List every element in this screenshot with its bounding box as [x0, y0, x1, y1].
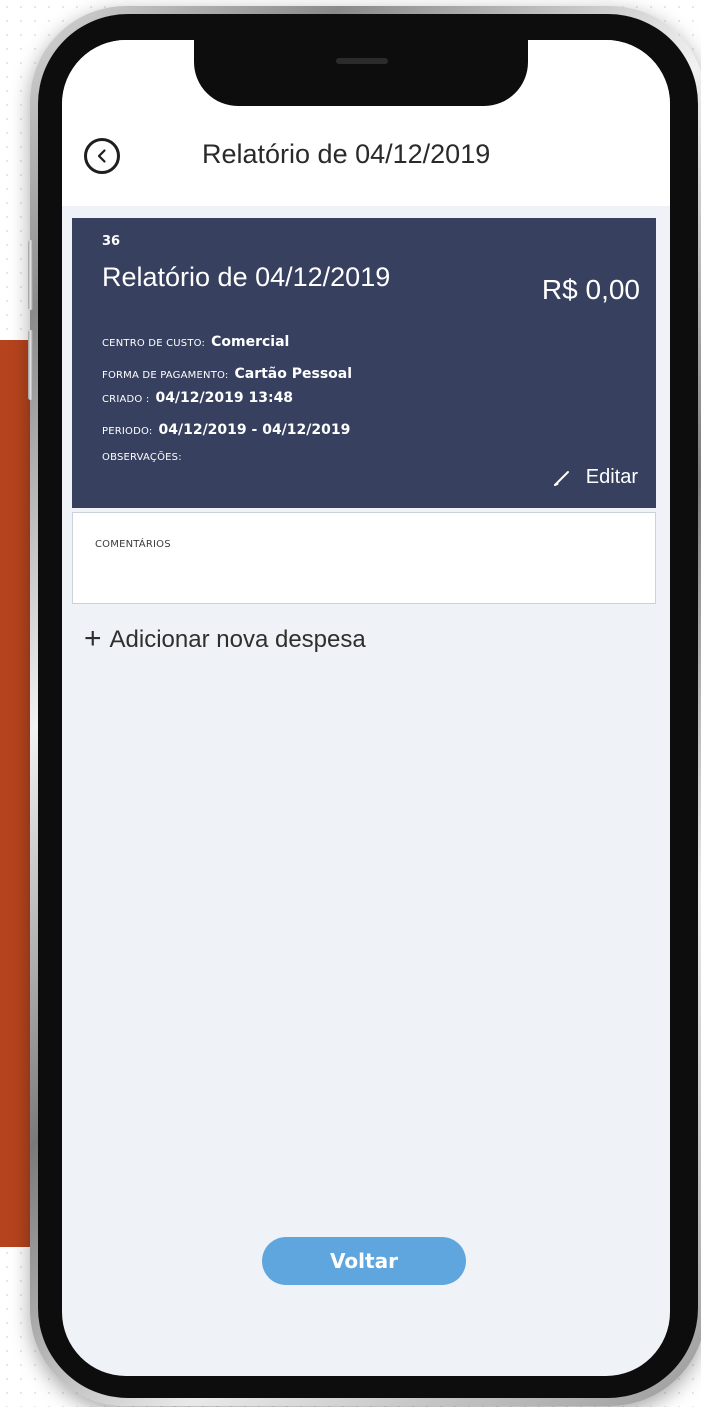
cost-center-field: Centro de Custo: Comercial: [102, 332, 289, 353]
created-value: 04/12/2019 13:48: [155, 390, 294, 406]
phone-notch: [194, 40, 528, 106]
comments-label: Comentários: [95, 539, 171, 550]
phone-screen: Relatório de 04/12/2019 36 Relatório de …: [62, 40, 670, 1376]
payment-method-label: Forma de Pagamento:: [102, 370, 229, 381]
report-number: 36: [102, 234, 121, 249]
payment-method-value: Cartão Pessoal: [234, 366, 353, 382]
phone-side-button: [28, 330, 33, 400]
period-value: 04/12/2019 - 04/12/2019: [158, 422, 351, 438]
notes-label: Observações:: [102, 452, 182, 463]
notes-field: Observações:: [102, 446, 188, 467]
plus-icon: +: [84, 621, 102, 655]
created-field: Criado : 04/12/2019 13:48: [102, 388, 293, 409]
edit-report-button[interactable]: Editar: [552, 466, 638, 489]
speaker-grille: [336, 58, 388, 64]
pencil-icon: [553, 470, 569, 486]
period-label: Periodo:: [102, 426, 153, 437]
cost-center-value: Comercial: [211, 334, 290, 350]
period-field: Periodo: 04/12/2019 - 04/12/2019: [102, 420, 350, 441]
created-label: Criado :: [102, 394, 150, 405]
edit-label: Editar: [585, 466, 638, 488]
cost-center-label: Centro de Custo:: [102, 338, 206, 349]
report-summary-card: 36 Relatório de 04/12/2019 R$ 0,00 Centr…: [72, 218, 656, 508]
add-expense-button[interactable]: + Adicionar nova despesa: [84, 621, 366, 655]
payment-method-field: Forma de Pagamento: Cartão Pessoal: [102, 364, 352, 385]
phone-side-button: [28, 240, 33, 310]
back-button[interactable]: Voltar: [262, 1237, 466, 1285]
chevron-left-icon: [97, 149, 106, 163]
add-expense-label: Adicionar nova despesa: [109, 626, 366, 653]
comments-box[interactable]: Comentários: [72, 512, 656, 604]
report-title: Relatório de 04/12/2019: [102, 262, 391, 292]
report-amount: R$ 0,00: [541, 274, 640, 305]
back-icon-button[interactable]: [84, 138, 120, 174]
page-title: Relatório de 04/12/2019: [202, 139, 491, 169]
